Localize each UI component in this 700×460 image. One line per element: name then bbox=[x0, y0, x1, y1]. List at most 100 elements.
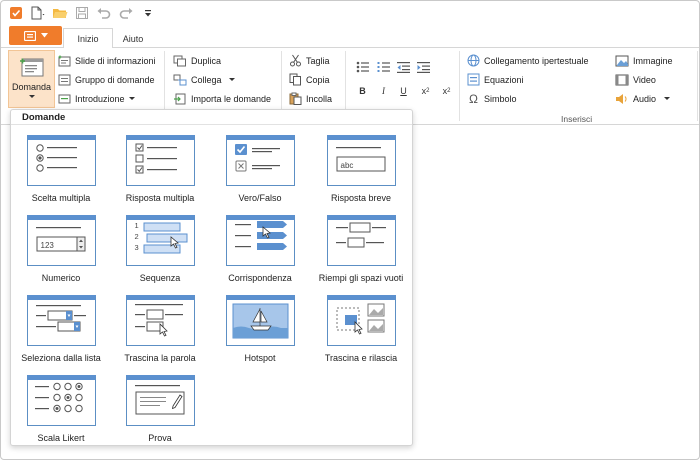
question-button[interactable]: Domanda bbox=[8, 50, 55, 108]
equations-button[interactable]: Equazioni bbox=[467, 72, 524, 87]
paste-icon bbox=[289, 92, 302, 105]
question-type-label: Vero/Falso bbox=[238, 193, 282, 203]
multiple-response-thumbnail bbox=[125, 135, 195, 186]
question-type-label: Risposta breve bbox=[330, 193, 392, 203]
drag-word-thumbnail bbox=[125, 295, 195, 346]
question-type-label: Scelta multipla bbox=[31, 193, 91, 203]
bold-label: B bbox=[359, 85, 366, 96]
chevron-down-icon bbox=[28, 95, 35, 98]
likert-scale-icon bbox=[34, 382, 83, 413]
hyperlink-label: Collegamento ipertestuale bbox=[484, 55, 589, 66]
decrease-indent-button[interactable] bbox=[397, 60, 410, 73]
question-type-drag-drop[interactable]: Trascina e rilascia bbox=[313, 285, 409, 363]
image-label: Immagine bbox=[633, 55, 673, 66]
question-type-true-false[interactable]: Vero/Falso bbox=[212, 125, 308, 203]
text-field-icon bbox=[335, 147, 385, 172]
underline-button[interactable]: U bbox=[397, 84, 410, 97]
chevron-down-icon bbox=[664, 97, 671, 100]
bold-button[interactable]: B bbox=[356, 84, 369, 97]
ribbon-tabs: Inizio Aiuto bbox=[1, 26, 699, 49]
tab-aiuto-label: Aiuto bbox=[122, 33, 144, 44]
italic-label: I bbox=[382, 85, 385, 96]
true-false-icon bbox=[234, 144, 280, 172]
hyperlink-button[interactable]: Collegamento ipertestuale bbox=[467, 53, 589, 68]
paste-button[interactable]: Incolla bbox=[289, 91, 332, 106]
duplicate-button[interactable]: Duplica bbox=[173, 53, 221, 68]
redo-icon[interactable] bbox=[116, 4, 135, 23]
audio-button[interactable]: Audio bbox=[615, 91, 671, 106]
question-type-select-from-list[interactable]: Seleziona dalla lista bbox=[13, 285, 109, 363]
numeric-value: 123 bbox=[40, 241, 54, 250]
essay-thumbnail bbox=[125, 375, 195, 426]
question-type-label: Trascina e rilascia bbox=[324, 353, 398, 363]
question-group-label: Gruppo di domande bbox=[75, 74, 155, 85]
increase-indent-icon bbox=[417, 61, 430, 73]
question-type-label: Prova bbox=[148, 433, 172, 443]
sailboat-image-icon bbox=[232, 303, 288, 339]
cut-button[interactable]: Taglia bbox=[289, 53, 330, 68]
menu-icon bbox=[23, 30, 36, 41]
question-type-matching[interactable]: Corrispondenza bbox=[212, 205, 308, 283]
video-button[interactable]: Video bbox=[615, 72, 656, 87]
likert-thumbnail bbox=[26, 375, 96, 426]
numbered-list-button[interactable] bbox=[377, 60, 390, 73]
link-slides-icon bbox=[173, 74, 187, 85]
question-type-essay[interactable]: Prova bbox=[112, 365, 208, 443]
undo-icon[interactable] bbox=[94, 4, 113, 23]
link-label: Collega bbox=[191, 74, 222, 85]
question-type-fill-blanks[interactable]: Riempi gli spazi vuoti bbox=[313, 205, 409, 283]
bullet-list-icon bbox=[356, 61, 369, 72]
question-type-likert[interactable]: Scala Likert bbox=[13, 365, 109, 443]
question-type-numeric[interactable]: 123 Numerico bbox=[13, 205, 109, 283]
question-type-sequence[interactable]: 1 2 3 Sequenza bbox=[112, 205, 208, 283]
image-button[interactable]: Immagine bbox=[615, 53, 673, 68]
italic-button[interactable]: I bbox=[377, 84, 390, 97]
copy-button[interactable]: Copia bbox=[289, 72, 330, 87]
checkbox-list-icon bbox=[135, 143, 177, 174]
chevron-down-icon bbox=[228, 78, 235, 81]
slide-info-button[interactable]: Slide di informazioni bbox=[58, 53, 156, 68]
sequence-number: 3 bbox=[134, 243, 139, 252]
question-group-icon bbox=[58, 74, 71, 85]
import-questions-button[interactable]: Importa le domande bbox=[173, 91, 271, 106]
numeric-thumbnail: 123 bbox=[26, 215, 96, 266]
superscript-button[interactable]: x2 bbox=[440, 84, 453, 97]
bullet-list-button[interactable] bbox=[356, 60, 369, 73]
ribbon-divider bbox=[697, 51, 698, 121]
open-folder-icon[interactable] bbox=[50, 4, 69, 23]
increase-indent-button[interactable] bbox=[417, 60, 430, 73]
true-false-thumbnail bbox=[225, 135, 295, 186]
question-slide-icon bbox=[19, 58, 43, 77]
app-window: Inizio Aiuto Domanda Slide di informazio… bbox=[0, 0, 700, 460]
multiple-choice-thumbnail bbox=[26, 135, 96, 186]
subscript-mark: 2 bbox=[426, 87, 430, 94]
question-type-hotspot[interactable]: Hotspot bbox=[212, 285, 308, 363]
tab-inizio[interactable]: Inizio bbox=[63, 28, 113, 49]
insert-group-label: Inserisci bbox=[561, 114, 593, 124]
question-type-label: Numerico bbox=[41, 273, 81, 283]
symbol-button[interactable]: Ω Simbolo bbox=[467, 91, 517, 106]
question-type-label: Trascina la parola bbox=[124, 353, 196, 363]
copy-label: Copia bbox=[306, 74, 330, 85]
question-button-label: Domanda bbox=[11, 82, 52, 92]
question-type-multiple-choice[interactable]: Scelta multipla bbox=[13, 125, 109, 203]
question-type-drag-word[interactable]: Trascina la parola bbox=[112, 285, 208, 363]
chevron-down-icon bbox=[128, 97, 135, 100]
question-type-multiple-response[interactable]: Risposta multipla bbox=[112, 125, 208, 203]
question-group-button[interactable]: Gruppo di domande bbox=[58, 72, 155, 87]
cut-label: Taglia bbox=[306, 55, 330, 66]
save-icon[interactable] bbox=[72, 4, 91, 23]
link-button[interactable]: Collega bbox=[173, 72, 235, 87]
file-menu-button[interactable] bbox=[9, 26, 62, 45]
select-list-thumbnail bbox=[26, 295, 96, 346]
intro-button[interactable]: Introduzione bbox=[58, 91, 135, 106]
new-file-icon[interactable] bbox=[28, 4, 47, 23]
app-icon[interactable] bbox=[6, 4, 25, 23]
video-icon bbox=[615, 74, 629, 85]
question-type-short-answer[interactable]: abc Risposta breve bbox=[313, 125, 409, 203]
more-icon[interactable] bbox=[138, 4, 157, 23]
tab-aiuto[interactable]: Aiuto bbox=[113, 28, 153, 49]
quick-access-toolbar bbox=[1, 1, 699, 25]
dropdown-list-icon bbox=[35, 305, 86, 332]
subscript-button[interactable]: x2 bbox=[419, 84, 432, 97]
